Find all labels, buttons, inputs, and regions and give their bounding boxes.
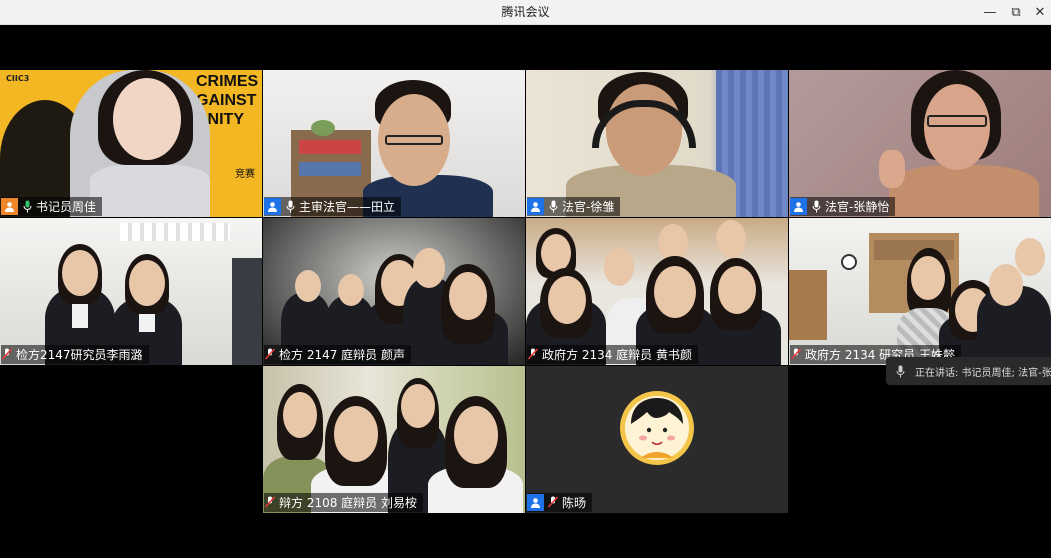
participant-label: 辩方 2108 庭辩员 刘易桉 (264, 493, 423, 512)
participant-label: 检方2147研究员李雨潞 (1, 345, 149, 364)
microphone-on-icon (21, 200, 33, 214)
poster-line: GAINST (196, 92, 257, 109)
speaking-text: 正在讲话: 书记员周佳; 法官-张 (915, 367, 1051, 379)
video-feed (263, 366, 525, 513)
video-tile-defense-advocate[interactable]: 辩方 2108 庭辩员 刘易桉 (263, 366, 525, 513)
video-feed (263, 218, 525, 365)
participant-name: 政府方 2134 庭辩员 黄书颜 (542, 348, 692, 362)
participant-label: 法官-张静怡 (790, 197, 896, 216)
video-feed (526, 70, 788, 217)
video-feed (789, 218, 1051, 365)
participant-label: 陈旸 (527, 493, 593, 512)
microphone-muted-icon (547, 496, 559, 510)
user-icon (527, 198, 544, 215)
participant-name: 法官-张静怡 (825, 200, 890, 214)
poster-line: CRIMES (196, 73, 259, 90)
window-title: 腾讯会议 (501, 5, 550, 19)
video-tile-judge-xu[interactable]: 法官-徐雏 (526, 70, 788, 217)
avatar-icon (620, 391, 694, 465)
participant-name: 检方 2147 庭辩员 颜声 (279, 348, 405, 362)
participant-name: 书记员周佳 (36, 200, 97, 214)
video-feed (526, 218, 788, 365)
microphone-icon (547, 200, 559, 214)
close-button[interactable]: ✕ (1026, 0, 1051, 25)
participant-name: 辩方 2108 庭辩员 刘易桉 (279, 496, 417, 510)
participant-name: 法官-徐雏 (562, 200, 615, 214)
microphone-icon (896, 364, 905, 378)
video-feed (789, 70, 1051, 217)
title-bar: 腾讯会议 — ⧉ ✕ (0, 0, 1051, 25)
user-icon (1, 198, 18, 215)
video-grid: CIIC3 CRIMES GAINST ANITY 竞赛 书记员周佳 主审法官—… (0, 25, 1051, 558)
event-logo: CIIC3 (6, 74, 30, 83)
participant-label: 书记员周佳 (1, 197, 103, 216)
participant-label: 政府方 2134 庭辩员 黄书颜 (527, 345, 698, 364)
participant-name: 陈旸 (562, 496, 587, 510)
microphone-muted-icon (790, 348, 802, 362)
video-tile-prosecution-researcher[interactable]: 检方2147研究员李雨潞 (0, 218, 262, 365)
microphone-muted-icon (1, 348, 13, 362)
video-tile-clerk[interactable]: CIIC3 CRIMES GAINST ANITY 竞赛 书记员周佳 (0, 70, 262, 217)
minimize-button[interactable]: — (976, 0, 1004, 25)
avatar-placeholder (526, 366, 788, 513)
user-icon (264, 198, 281, 215)
microphone-muted-icon (264, 496, 276, 510)
video-tile-chen-yang[interactable]: 陈旸 (526, 366, 788, 513)
video-feed: CIIC3 CRIMES GAINST ANITY 竞赛 (0, 70, 262, 217)
video-tile-judge-zhang[interactable]: 法官-张静怡 (789, 70, 1051, 217)
microphone-muted-icon (264, 348, 276, 362)
participant-name: 主审法官——田立 (299, 200, 396, 214)
video-tile-presiding-judge[interactable]: 主审法官——田立 (263, 70, 525, 217)
video-feed (0, 218, 262, 365)
poster-line: 竞赛 (235, 169, 255, 180)
participant-label: 检方 2147 庭辩员 颜声 (264, 345, 411, 364)
user-icon (790, 198, 807, 215)
video-tile-prosecution-advocate[interactable]: 检方 2147 庭辩员 颜声 (263, 218, 525, 365)
participant-label: 法官-徐雏 (527, 197, 621, 216)
user-icon (527, 494, 544, 511)
video-feed (263, 70, 525, 217)
speaking-indicator: 正在讲话: 书记员周佳; 法官-张 (886, 357, 1051, 385)
microphone-icon (284, 200, 296, 214)
participant-label: 主审法官——田立 (264, 197, 402, 216)
microphone-icon (810, 200, 822, 214)
participant-name: 检方2147研究员李雨潞 (16, 348, 143, 362)
microphone-muted-icon (527, 348, 539, 362)
video-tile-government-researcher[interactable]: 政府方 2134 研究员 王姝懿 (789, 218, 1051, 365)
video-tile-government-advocate[interactable]: 政府方 2134 庭辩员 黄书颜 (526, 218, 788, 365)
